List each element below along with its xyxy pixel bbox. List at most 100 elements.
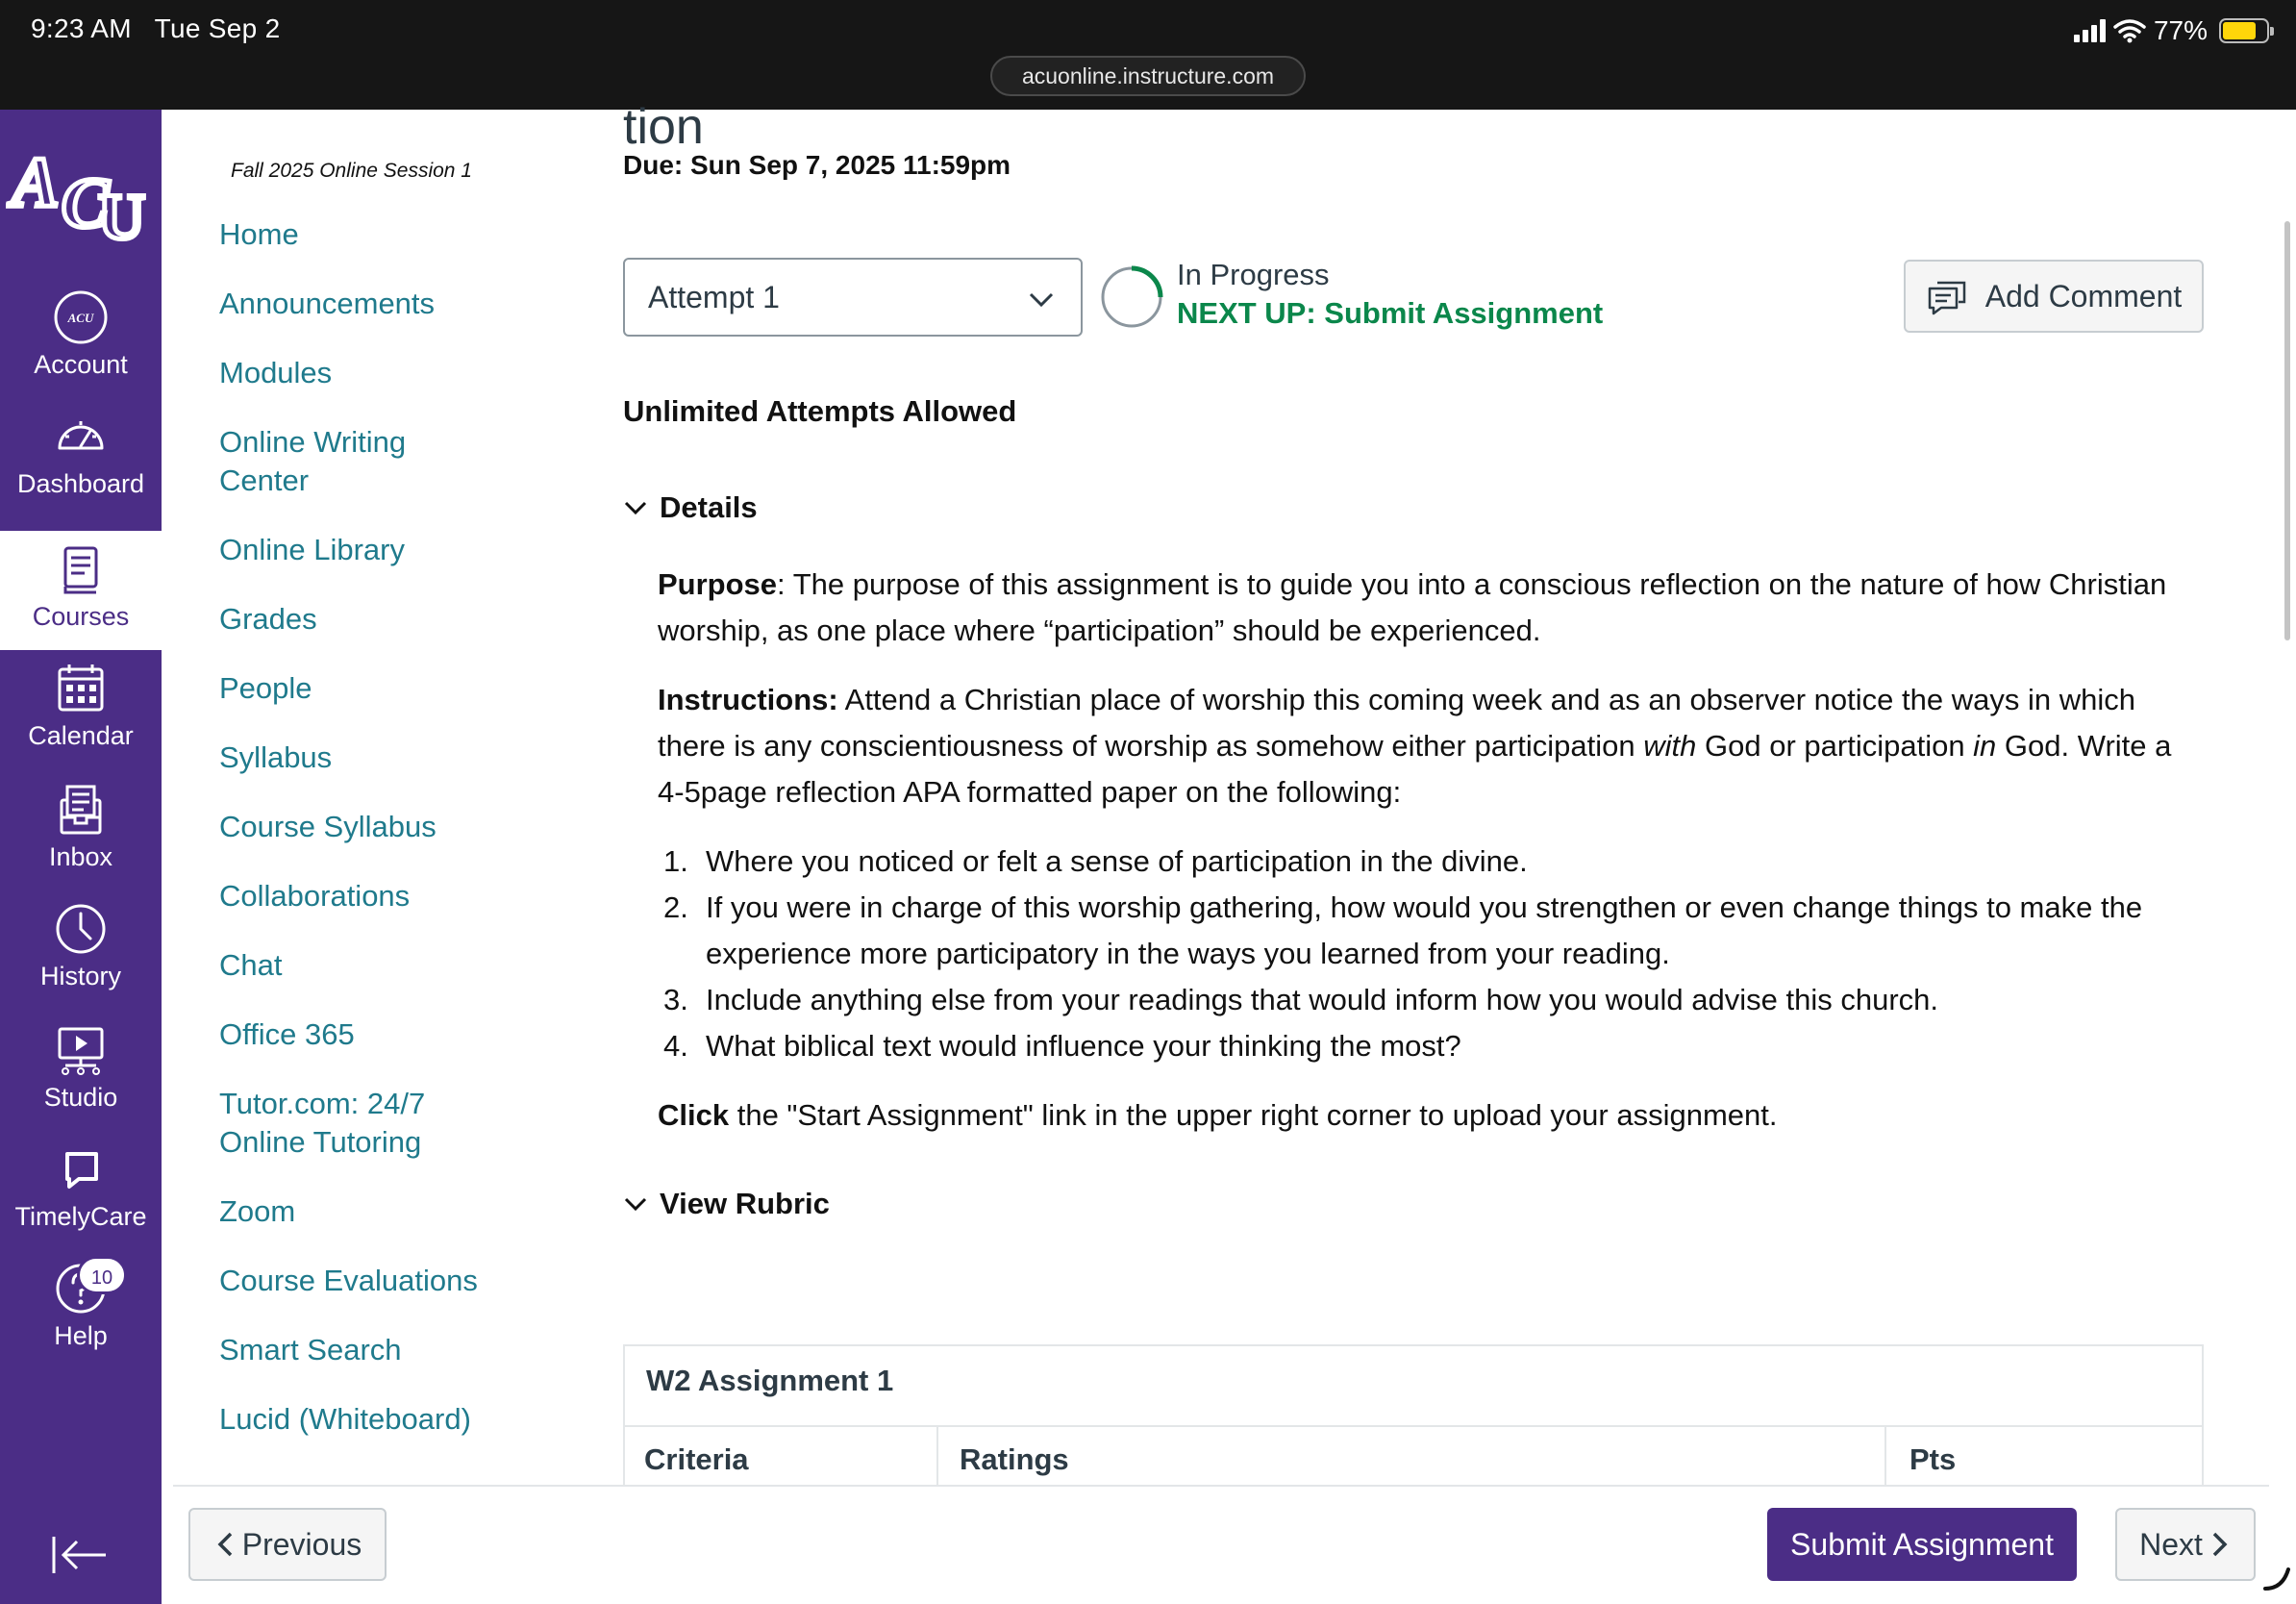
click-label: Click xyxy=(658,1098,730,1132)
assignment-description: Purpose: The purpose of this assignment … xyxy=(658,562,2196,1162)
svg-text:ACU: ACU xyxy=(67,311,94,325)
column-divider xyxy=(936,1427,938,1489)
course-nav-lucid-whiteboard[interactable]: Lucid (Whiteboard) xyxy=(219,1400,471,1439)
rubric-header-row: Criteria Ratings Pts xyxy=(625,1425,2202,1489)
course-nav-tutor[interactable]: Tutor.com: 24/7 Online Tutoring xyxy=(219,1085,460,1162)
collapse-nav-icon[interactable] xyxy=(48,1531,112,1579)
comment-icon xyxy=(1928,281,1965,315)
progress-ring-icon xyxy=(1101,265,1163,328)
chevron-down-icon xyxy=(624,1197,647,1212)
instructions-text-2: God or participation xyxy=(1696,729,1974,763)
global-nav-studio[interactable]: Studio xyxy=(0,1012,162,1131)
global-navigation: A C U ACU Account Dashboard Courses Cale… xyxy=(0,110,162,1604)
details-toggle-label: Details xyxy=(660,490,758,524)
purpose-label: Purpose xyxy=(658,567,778,601)
instructions-list: 1. Where you noticed or felt a sense of p… xyxy=(658,839,2196,1069)
course-nav-people[interactable]: People xyxy=(219,669,312,708)
global-nav-timelycare[interactable]: TimelyCare xyxy=(0,1131,162,1250)
studio-icon xyxy=(58,1027,104,1075)
global-nav-courses-label: Courses xyxy=(32,602,130,631)
course-nav-online-library[interactable]: Online Library xyxy=(219,531,405,569)
list-item-text: Where you noticed or felt a sense of par… xyxy=(706,844,1528,878)
list-item-text: If you were in charge of this worship ga… xyxy=(706,890,2143,970)
submit-assignment-label: Submit Assignment xyxy=(1790,1526,2054,1562)
list-item: 1. Where you noticed or felt a sense of p… xyxy=(658,839,2196,885)
global-nav-calendar[interactable]: Calendar xyxy=(0,650,162,769)
global-nav-inbox-label: Inbox xyxy=(48,842,113,871)
list-item-text: Include anything else from your readings… xyxy=(706,983,1939,1016)
clock-icon xyxy=(56,904,106,954)
list-item-number: 3. xyxy=(663,983,688,1016)
click-text: the "Start Assignment" link in the upper… xyxy=(729,1098,1778,1132)
purpose-text: : The purpose of this assignment is to g… xyxy=(658,567,2167,647)
courses-book-icon xyxy=(63,546,98,594)
submission-status: In Progress xyxy=(1177,258,1330,291)
add-comment-button[interactable]: Add Comment xyxy=(1904,260,2204,333)
list-item-number: 1. xyxy=(663,844,688,878)
global-nav-account[interactable]: ACU Account xyxy=(0,279,162,398)
instructions-emphasis-in: in xyxy=(1973,729,1997,763)
global-nav-dashboard[interactable]: Dashboard xyxy=(0,398,162,517)
next-up-status: NEXT UP: Submit Assignment xyxy=(1177,296,1604,330)
global-nav-history[interactable]: History xyxy=(0,890,162,1010)
click-paragraph: Click the "Start Assignment" link in the… xyxy=(658,1092,2196,1139)
acu-logo[interactable]: A C U xyxy=(6,138,156,245)
course-nav-smart-search[interactable]: Smart Search xyxy=(219,1331,402,1369)
course-nav-office-365[interactable]: Office 365 xyxy=(219,1015,355,1054)
course-nav-syllabus[interactable]: Syllabus xyxy=(219,739,332,777)
attempt-select-value: Attempt 1 xyxy=(648,280,780,314)
rubric-table: W2 Assignment 1 Criteria Ratings Pts xyxy=(623,1344,2204,1489)
resize-handle-icon[interactable] xyxy=(2261,1562,2292,1592)
purpose-paragraph: Purpose: The purpose of this assignment … xyxy=(658,562,2196,654)
list-item: 4. What biblical text would influence you… xyxy=(658,1023,2196,1069)
course-nav-course-syllabus[interactable]: Course Syllabus xyxy=(219,808,437,846)
column-divider xyxy=(1884,1427,1886,1489)
instructions-emphasis-with: with xyxy=(1643,729,1697,763)
next-button[interactable]: Next xyxy=(2115,1508,2256,1581)
course-nav-grades[interactable]: Grades xyxy=(219,600,317,639)
view-rubric-toggle[interactable]: View Rubric xyxy=(623,1187,830,1221)
view-rubric-label: View Rubric xyxy=(660,1187,830,1220)
global-nav-help[interactable]: 10 Help xyxy=(0,1250,162,1369)
details-toggle[interactable]: Details xyxy=(623,490,758,525)
course-nav-course-evaluations[interactable]: Course Evaluations xyxy=(219,1262,478,1300)
vertical-scrollbar[interactable] xyxy=(2284,221,2290,640)
course-term: Fall 2025 Online Session 1 xyxy=(231,160,472,182)
global-nav-help-label: Help xyxy=(54,1321,108,1350)
rubric-col-ratings: Ratings xyxy=(960,1442,1069,1476)
list-item: 2. If you were in charge of this worship … xyxy=(658,885,2196,977)
rubric-col-criteria: Criteria xyxy=(644,1442,749,1476)
course-nav-chat[interactable]: Chat xyxy=(219,946,282,985)
due-date: Due: Sun Sep 7, 2025 11:59pm xyxy=(623,150,1011,180)
course-nav-modules[interactable]: Modules xyxy=(219,354,332,392)
global-nav-studio-label: Studio xyxy=(43,1083,118,1112)
rubric-col-pts: Pts xyxy=(1909,1442,1957,1476)
calendar-icon xyxy=(58,664,104,712)
previous-label: Previous xyxy=(241,1526,362,1562)
course-nav-zoom[interactable]: Zoom xyxy=(219,1192,295,1231)
course-nav-online-writing-center[interactable]: Online Writing Center xyxy=(219,423,450,500)
battery-level-fill xyxy=(2223,22,2256,39)
chat-bubble-icon xyxy=(65,1152,98,1189)
address-bar[interactable]: acuonline.instructure.com xyxy=(990,56,1306,96)
battery-icon xyxy=(2219,18,2274,43)
list-item-number: 4. xyxy=(663,1029,688,1063)
previous-button[interactable]: Previous xyxy=(188,1508,387,1581)
list-item-number: 2. xyxy=(663,890,688,924)
global-nav-inbox[interactable]: Inbox xyxy=(0,771,162,890)
course-nav-announcements[interactable]: Announcements xyxy=(219,285,435,323)
rubric-title: W2 Assignment 1 xyxy=(646,1364,894,1397)
course-nav-home[interactable]: Home xyxy=(219,215,299,254)
svg-text:U: U xyxy=(98,180,145,244)
global-nav-courses[interactable]: Courses xyxy=(0,531,162,650)
chevron-right-icon xyxy=(2212,1532,2228,1557)
add-comment-label: Add Comment xyxy=(1984,278,2183,313)
system-status-bar: 9:23 AM Tue Sep 2 acuonline.instructure.… xyxy=(0,0,2296,110)
attempt-select[interactable]: Attempt 1 xyxy=(623,258,1083,337)
assignment-content: tion Due: Sun Sep 7, 2025 11:59pm Attemp… xyxy=(604,99,2296,1489)
status-time: 9:23 AM xyxy=(31,13,132,43)
course-nav-collaborations[interactable]: Collaborations xyxy=(219,877,410,915)
list-item: 3. Include anything else from your readin… xyxy=(658,977,2196,1023)
submit-assignment-button[interactable]: Submit Assignment xyxy=(1767,1508,2077,1581)
inbox-icon xyxy=(60,785,102,835)
